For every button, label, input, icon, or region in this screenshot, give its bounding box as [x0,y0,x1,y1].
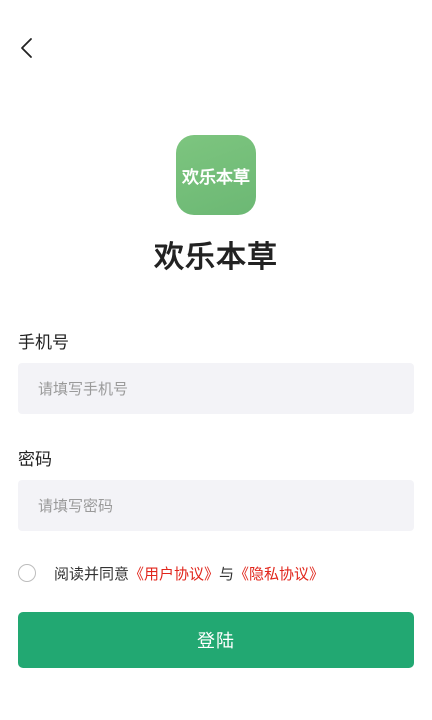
app-logo: 欢乐本草 [176,135,256,215]
phone-input-box [18,363,414,414]
privacy-policy-link[interactable]: 《隐私协议》 [234,563,324,584]
password-input-box [18,480,414,531]
password-label: 密码 [18,450,52,470]
phone-input[interactable] [18,363,414,414]
agreement-joiner: 与 [219,564,235,583]
login-page: 欢乐本草 欢乐本草 手机号 密码 阅读并同意 《用户协议》 与 《隐私协议》 登… [0,0,432,720]
password-input[interactable] [18,480,414,531]
user-agreement-link[interactable]: 《用户协议》 [129,563,219,584]
app-name: 欢乐本草 [154,240,278,275]
phone-label: 手机号 [18,333,69,353]
chevron-left-icon [21,38,32,58]
logo-text: 欢乐本草 [182,167,250,188]
agree-checkbox[interactable] [18,564,36,582]
agreement-row: 阅读并同意 《用户协议》 与 《隐私协议》 [18,561,324,585]
agreement-prefix: 阅读并同意 [54,564,130,583]
login-button[interactable]: 登陆 [18,612,414,668]
back-button[interactable] [12,34,40,62]
